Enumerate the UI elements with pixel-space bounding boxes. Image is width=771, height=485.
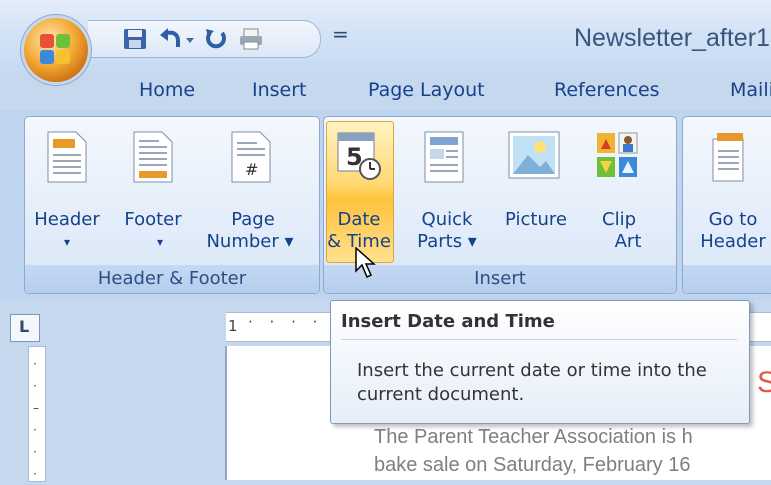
page-number-icon: # bbox=[231, 131, 271, 187]
office-logo-icon bbox=[40, 34, 72, 66]
print-icon[interactable] bbox=[238, 27, 264, 51]
group-label-header-footer: Header & Footer bbox=[25, 265, 319, 293]
tab-references[interactable]: References bbox=[554, 79, 660, 101]
tooltip-title: Insert Date and Time bbox=[341, 311, 555, 332]
clip-art-button[interactable]: Clip Art bbox=[586, 209, 652, 253]
undo-dropdown-icon[interactable] bbox=[184, 27, 196, 51]
page-number-button[interactable]: Page Number ▾ bbox=[195, 209, 305, 253]
document-title: Newsletter_after1 bbox=[574, 24, 770, 52]
vertical-ruler[interactable]: · · – · · · bbox=[28, 346, 46, 482]
tooltip-divider bbox=[341, 339, 737, 340]
mouse-cursor-icon bbox=[355, 246, 377, 283]
tooltip-insert-date-time: Insert Date and Time Insert the current … bbox=[330, 300, 750, 424]
header-button[interactable]: Header ▾ bbox=[31, 209, 103, 253]
document-heading-fragment: S bbox=[757, 366, 771, 399]
tab-home[interactable]: Home bbox=[139, 79, 195, 101]
tab-page-layout[interactable]: Page Layout bbox=[368, 79, 485, 101]
ruler-tab-selector[interactable]: L bbox=[10, 314, 40, 342]
customize-qat-button[interactable]: = bbox=[332, 22, 349, 46]
quick-parts-button[interactable]: Quick Parts ▾ bbox=[412, 209, 482, 253]
office-button[interactable] bbox=[24, 18, 88, 82]
group-header-footer: Header ▾ Footer ▾ # Page Number ▾ Header… bbox=[24, 116, 320, 294]
tab-mailings[interactable]: Maili bbox=[730, 79, 771, 101]
picture-icon bbox=[508, 131, 560, 183]
group-navigation: Go to Header bbox=[682, 116, 771, 294]
tooltip-description: Insert the current date or time into the… bbox=[357, 360, 707, 405]
save-icon[interactable] bbox=[122, 27, 148, 51]
picture-button[interactable]: Picture bbox=[500, 209, 572, 231]
vruler-ticks: · · – · · · bbox=[33, 357, 39, 481]
svg-text:#: # bbox=[245, 160, 258, 179]
document-line-1: The Parent Teacher Association is h bbox=[374, 426, 693, 448]
quick-parts-icon bbox=[424, 131, 464, 187]
redo-icon[interactable] bbox=[202, 27, 228, 51]
footer-icon bbox=[133, 131, 173, 187]
clip-art-icon bbox=[596, 131, 638, 183]
tab-insert[interactable]: Insert bbox=[252, 79, 307, 101]
go-to-header-button[interactable]: Go to Header bbox=[693, 209, 771, 253]
undo-icon[interactable] bbox=[158, 27, 184, 51]
ribbon: Header ▾ Footer ▾ # Page Number ▾ Header… bbox=[0, 110, 771, 300]
document-line-2: bake sale on Saturday, February 16 bbox=[374, 454, 691, 476]
go-to-header-icon bbox=[711, 131, 751, 187]
quick-access-toolbar bbox=[88, 20, 321, 58]
calendar-clock-icon: 5 bbox=[336, 129, 384, 185]
footer-button[interactable]: Footer ▾ bbox=[117, 209, 189, 253]
header-icon bbox=[47, 131, 87, 187]
group-label-navigation bbox=[683, 265, 771, 293]
